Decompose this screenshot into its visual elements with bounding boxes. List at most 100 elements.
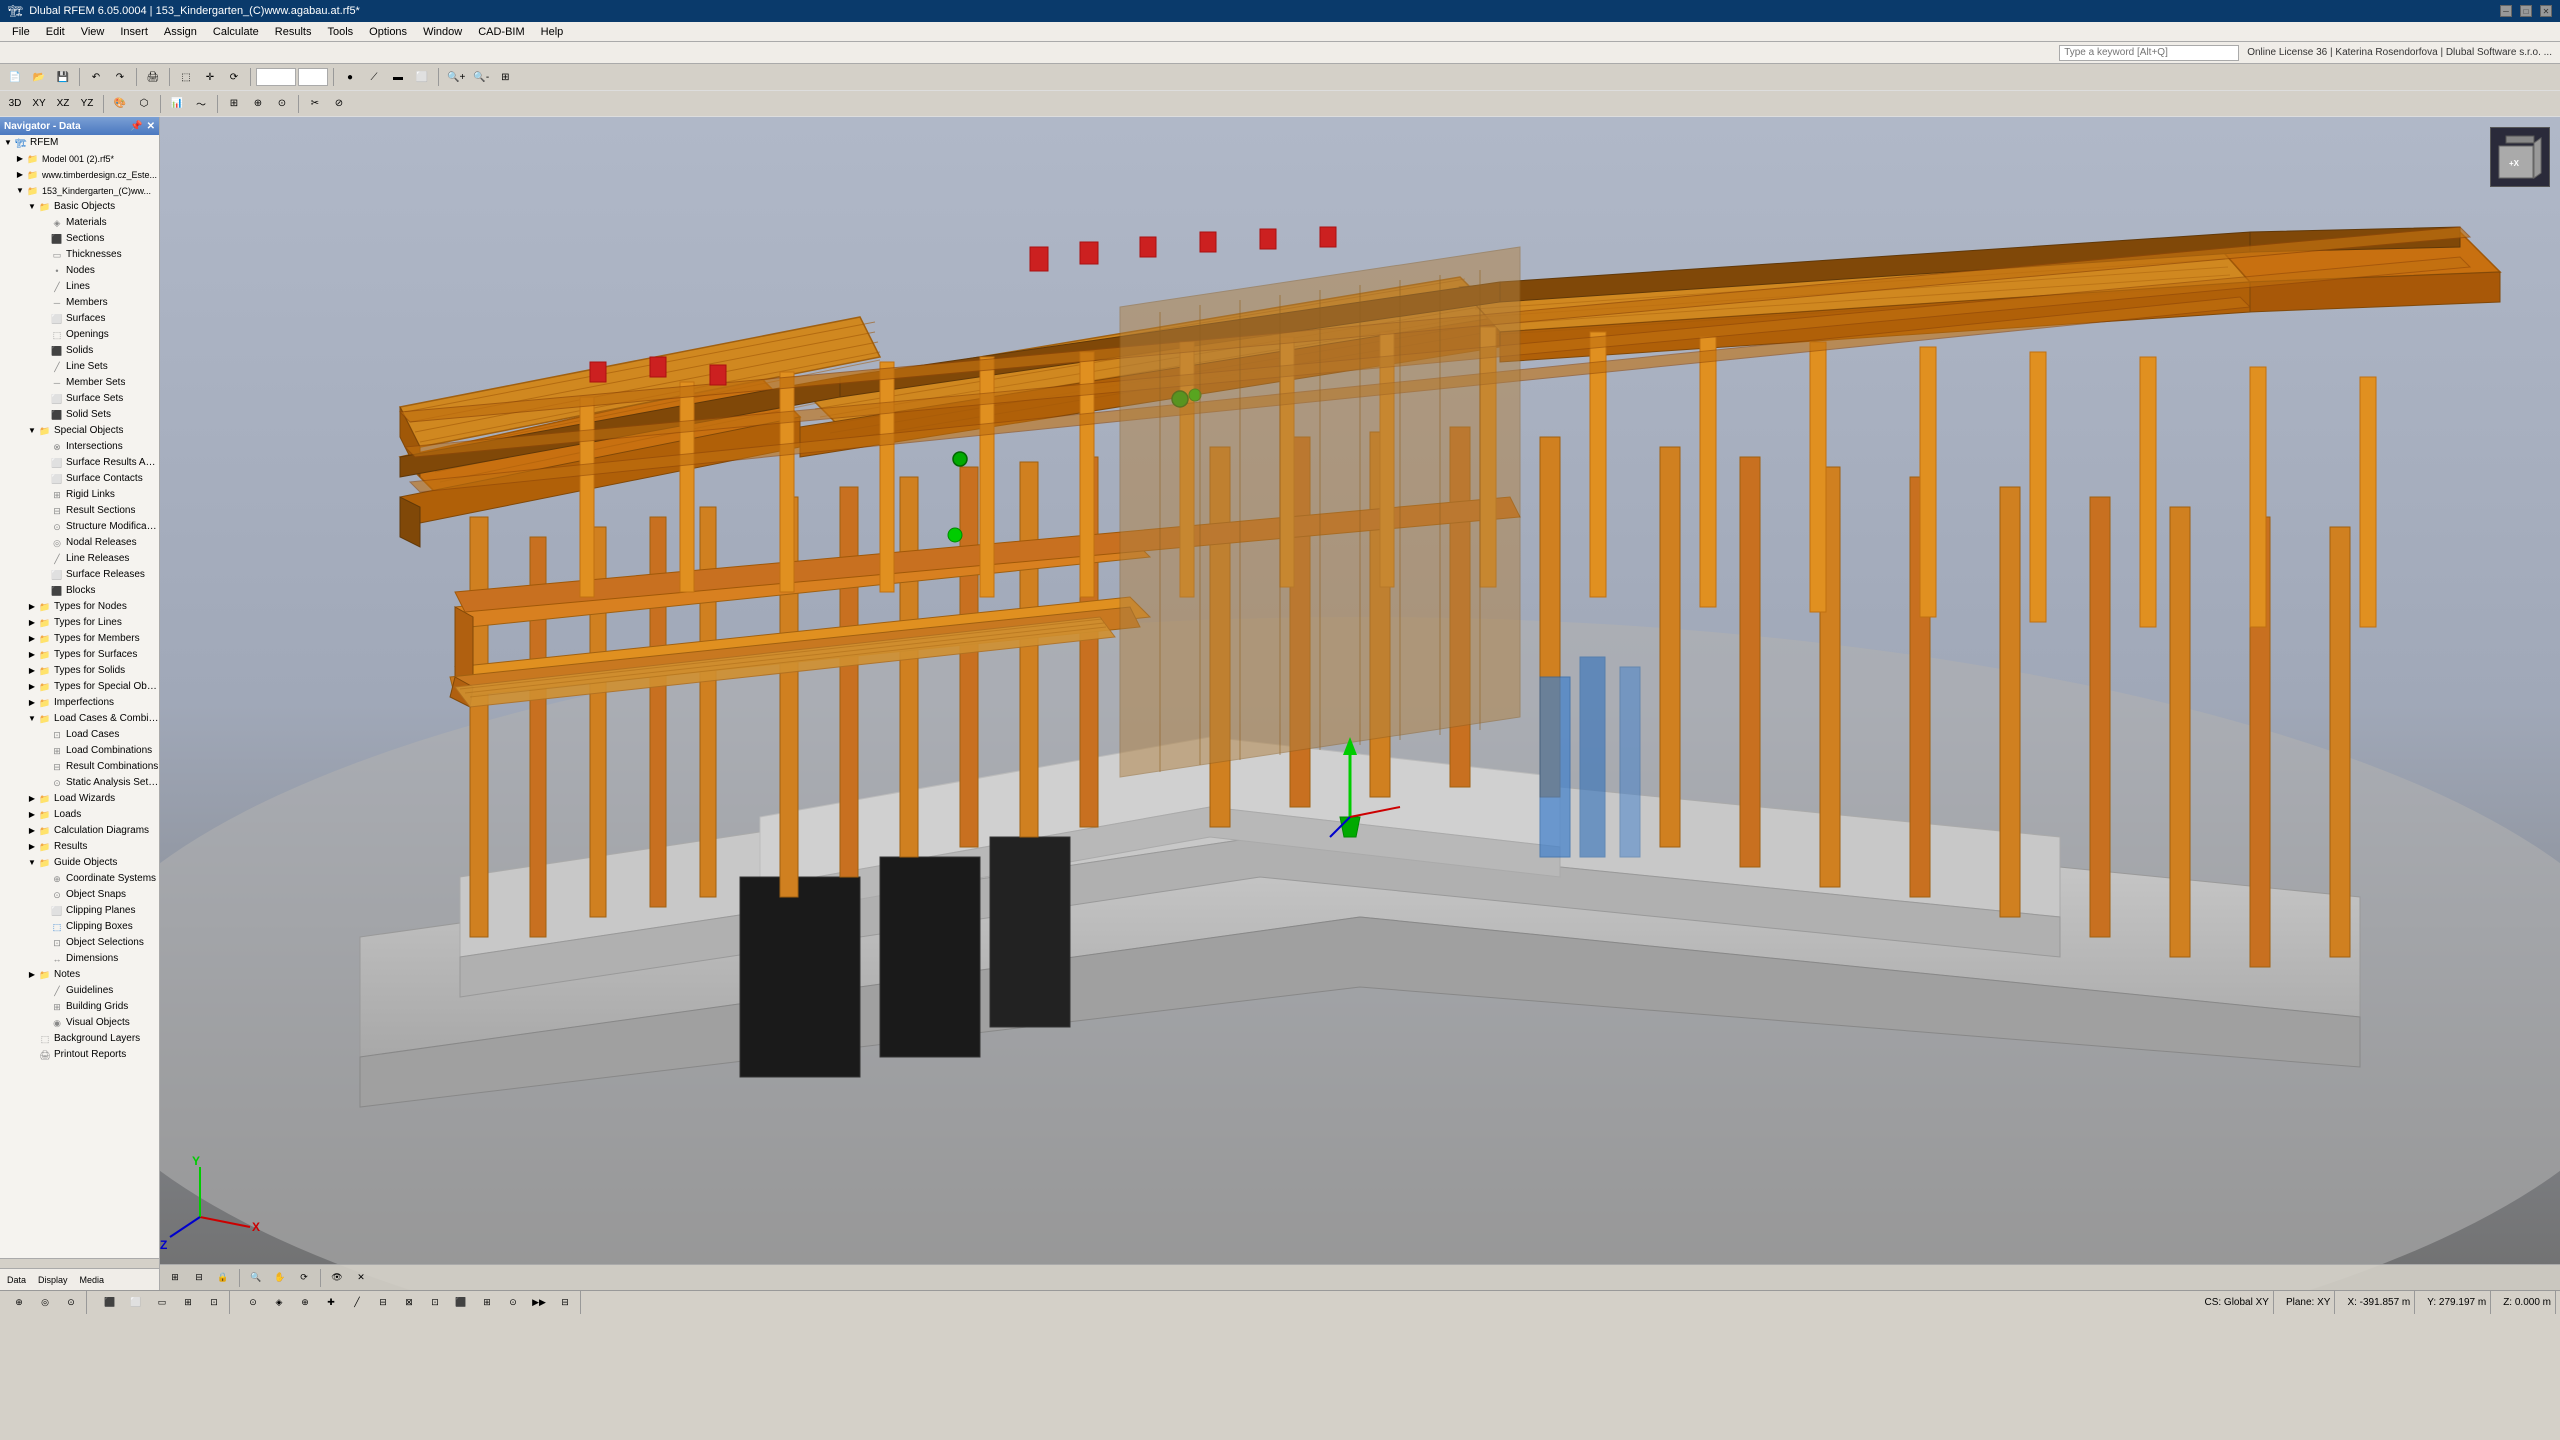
view-xy-btn[interactable]: XY xyxy=(28,93,50,115)
nav-result-combinations[interactable]: ⊟ Result Combinations xyxy=(0,759,159,775)
nav-types-nodes[interactable]: ▶ 📁 Types for Nodes xyxy=(0,599,159,615)
nav-guide-objects[interactable]: ▼ 📁 Guide Objects xyxy=(0,855,159,871)
menu-file[interactable]: File xyxy=(4,24,38,40)
render-btn[interactable]: 🎨 xyxy=(109,93,131,115)
status-r4[interactable]: ✚ xyxy=(320,1294,342,1312)
nav-load-wizards[interactable]: ▶ 📁 Load Wizards xyxy=(0,791,159,807)
status-view-btn4[interactable]: ⊞ xyxy=(177,1294,199,1312)
minimize-button[interactable]: ─ xyxy=(2500,5,2512,17)
maximize-button[interactable]: □ xyxy=(2520,5,2532,17)
snap-grid-btn[interactable]: ⊞ xyxy=(223,93,245,115)
viewport-3d[interactable]: X Y Z +X ⊞ ⊟ 🔒 xyxy=(160,117,2560,1290)
menu-options[interactable]: Options xyxy=(361,24,415,40)
nav-model001[interactable]: ▶ 📁 Model 001 (2).rf5* xyxy=(0,151,159,167)
status-r2[interactable]: ◈ xyxy=(268,1294,290,1312)
nav-loads[interactable]: ▶ 📁 Loads xyxy=(0,807,159,823)
vp-del-btn[interactable]: ✕ xyxy=(350,1267,372,1289)
nav-types-lines[interactable]: ▶ 📁 Types for Lines xyxy=(0,615,159,631)
vp-hide-btn[interactable]: 👁 xyxy=(326,1267,348,1289)
status-r10[interactable]: ⊞ xyxy=(476,1294,498,1312)
menu-tools[interactable]: Tools xyxy=(319,24,361,40)
nav-surfacesets[interactable]: ⬜ Surface Sets xyxy=(0,391,159,407)
section-btn[interactable]: ⊘ xyxy=(328,93,350,115)
status-r8[interactable]: ⊡ xyxy=(424,1294,446,1312)
nav-horizontal-scrollbar[interactable] xyxy=(0,1258,159,1268)
zoom-out-btn[interactable]: 🔍- xyxy=(470,66,492,88)
nav-printout-reports[interactable]: 🖨 Printout Reports xyxy=(0,1047,159,1063)
status-r6[interactable]: ⊟ xyxy=(372,1294,394,1312)
view-xz-btn[interactable]: XZ xyxy=(52,93,74,115)
nav-blocks[interactable]: ⬛ Blocks xyxy=(0,583,159,599)
nav-results[interactable]: ▶ 📁 Results xyxy=(0,839,159,855)
vp-zoom-btn[interactable]: 🔍 xyxy=(245,1267,267,1289)
nav-model003[interactable]: ▼ 📁 153_Kindergarten_(C)ww... xyxy=(0,183,159,199)
nav-surface-results-adj[interactable]: ⬜ Surface Results Adjustments xyxy=(0,455,159,471)
status-view-btn5[interactable]: ⊡ xyxy=(203,1294,225,1312)
combo-input[interactable]: A xyxy=(298,68,328,86)
menu-edit[interactable]: Edit xyxy=(38,24,73,40)
status-view-btn1[interactable]: ⬛ xyxy=(99,1294,121,1312)
close-button[interactable]: ✕ xyxy=(2540,5,2552,17)
nav-load-cases-comb[interactable]: ▼ 📁 Load Cases & Combinations xyxy=(0,711,159,727)
view-cube[interactable]: +X xyxy=(2490,127,2550,187)
nav-openings[interactable]: ⬚ Openings xyxy=(0,327,159,343)
nav-result-sections[interactable]: ⊟ Result Sections xyxy=(0,503,159,519)
nav-static-analysis[interactable]: ⊙ Static Analysis Settings xyxy=(0,775,159,791)
search-input[interactable] xyxy=(2059,45,2239,61)
status-r11[interactable]: ⊙ xyxy=(502,1294,524,1312)
menu-assign[interactable]: Assign xyxy=(156,24,205,40)
menu-view[interactable]: View xyxy=(73,24,113,40)
nav-linesets[interactable]: ╱ Line Sets xyxy=(0,359,159,375)
deform-btn[interactable]: 〜 xyxy=(190,93,212,115)
nav-types-solids[interactable]: ▶ 📁 Types for Solids xyxy=(0,663,159,679)
nav-rfem[interactable]: ▼ 🏗 RFEM xyxy=(0,135,159,151)
node-btn[interactable]: ● xyxy=(339,66,361,88)
vp-rotate-btn[interactable]: ⟳ xyxy=(293,1267,315,1289)
nav-calc-diagrams[interactable]: ▶ 📁 Calculation Diagrams xyxy=(0,823,159,839)
nav-types-special[interactable]: ▶ 📁 Types for Special Objects xyxy=(0,679,159,695)
lc-input[interactable]: LC1 xyxy=(256,68,296,86)
zoom-all-btn[interactable]: ⊞ xyxy=(494,66,516,88)
nav-visual-objects[interactable]: ◉ Visual Objects xyxy=(0,1015,159,1031)
view-3d-btn[interactable]: 3D xyxy=(4,93,26,115)
nav-dimensions[interactable]: ↔ Dimensions xyxy=(0,951,159,967)
status-view-btn2[interactable]: ⬜ xyxy=(125,1294,147,1312)
vp-lock-btn[interactable]: 🔒 xyxy=(212,1267,234,1289)
nav-imperfections[interactable]: ▶ 📁 Imperfections xyxy=(0,695,159,711)
status-icon-btn3[interactable]: ⊙ xyxy=(60,1294,82,1312)
snap-line-btn[interactable]: ⊙ xyxy=(271,93,293,115)
nav-load-combinations[interactable]: ⊞ Load Combinations xyxy=(0,743,159,759)
status-view-btn3[interactable]: ▭ xyxy=(151,1294,173,1312)
nav-sections[interactable]: ⬛ Sections xyxy=(0,231,159,247)
view-yz-btn[interactable]: YZ xyxy=(76,93,98,115)
nav-clipping-boxes[interactable]: ⬚ Clipping Boxes xyxy=(0,919,159,935)
status-r12[interactable]: ▶▶ xyxy=(528,1294,550,1312)
nav-surfaces[interactable]: ⬜ Surfaces xyxy=(0,311,159,327)
nav-lines[interactable]: ╱ Lines xyxy=(0,279,159,295)
nav-load-cases[interactable]: ⊡ Load Cases xyxy=(0,727,159,743)
nav-materials[interactable]: ◈ Materials xyxy=(0,215,159,231)
nav-rigid-links[interactable]: ⊞ Rigid Links xyxy=(0,487,159,503)
line-btn[interactable]: ⟋ xyxy=(363,66,385,88)
nav-members[interactable]: ─ Members xyxy=(0,295,159,311)
nav-types-surfaces[interactable]: ▶ 📁 Types for Surfaces xyxy=(0,647,159,663)
nav-nodal-releases[interactable]: ◎ Nodal Releases xyxy=(0,535,159,551)
nav-surface-releases[interactable]: ⬜ Surface Releases xyxy=(0,567,159,583)
nav-background-layers[interactable]: ⬚ Background Layers xyxy=(0,1031,159,1047)
save-btn[interactable]: 💾 xyxy=(52,66,74,88)
status-r9[interactable]: ⬛ xyxy=(450,1294,472,1312)
menu-help[interactable]: Help xyxy=(533,24,572,40)
open-btn[interactable]: 📂 xyxy=(28,66,50,88)
nav-types-members[interactable]: ▶ 📁 Types for Members xyxy=(0,631,159,647)
navigator-close-btn[interactable]: ✕ xyxy=(147,121,155,132)
undo-btn[interactable]: ↶ xyxy=(85,66,107,88)
cut-plane-btn[interactable]: ✂ xyxy=(304,93,326,115)
nav-data-tab[interactable]: Data xyxy=(2,1269,31,1291)
status-icon-btn2[interactable]: ◎ xyxy=(34,1294,56,1312)
rotate-btn[interactable]: ⟳ xyxy=(223,66,245,88)
nav-guidelines[interactable]: ╱ Guidelines xyxy=(0,983,159,999)
menu-calculate[interactable]: Calculate xyxy=(205,24,267,40)
navigator-pin-btn[interactable]: 📌 xyxy=(130,121,142,132)
menu-cadbim[interactable]: CAD-BIM xyxy=(470,24,532,40)
status-r3[interactable]: ⊕ xyxy=(294,1294,316,1312)
